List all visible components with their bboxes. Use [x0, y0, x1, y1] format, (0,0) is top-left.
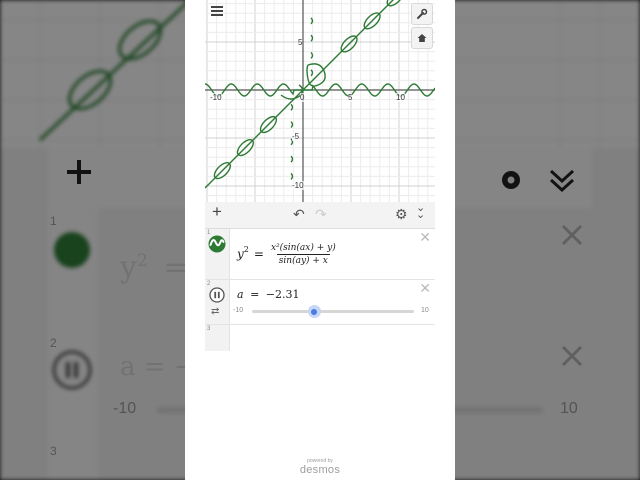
expression-row[interactable]: 1 y2 = x²(sin(ax) + y) sin(ay) + x ✕: [205, 229, 435, 280]
expression-toolbar: + ↶ ↷ ⚙ ⌄ ⌄: [205, 202, 435, 229]
curve-wiggle: [290, 121, 294, 129]
slider-track[interactable]: [252, 305, 414, 318]
curve-wiggle: [310, 17, 314, 25]
x-tick-label: 5: [348, 93, 353, 102]
equation-lhs-exponent: 2: [243, 244, 249, 254]
slider-thumb[interactable]: [307, 305, 321, 318]
y-tick-label: -5: [292, 132, 300, 141]
desmos-branding: powered by desmos: [185, 458, 455, 476]
y-tick-label: 5: [298, 38, 303, 47]
menu-icon[interactable]: [211, 6, 223, 16]
home-icon[interactable]: [411, 27, 433, 49]
curve-wiggle: [290, 155, 294, 163]
curve-wiggle: [290, 103, 294, 111]
equation-denominator: sin(ay) + x: [276, 253, 330, 266]
wrench-icon[interactable]: [411, 3, 433, 25]
collapse-list-icon[interactable]: ⌄ ⌄: [416, 203, 425, 221]
curve-wiggle: [310, 69, 314, 77]
equation-numerator: x²(sin(ax) + y): [270, 242, 336, 253]
equation-lhs: y: [237, 247, 244, 261]
desmos-app: -10 0 5 10 5 -5 -10 + ↶ ↷ ⚙ ⌄ ⌄ 1 y2 = x²…: [185, 0, 455, 480]
loop-icon[interactable]: ⇄: [211, 306, 219, 317]
slider-equation[interactable]: a = −2.31: [237, 288, 300, 301]
expression-equation[interactable]: y2 = x²(sin(ax) + y) sin(ay) + x: [237, 237, 338, 271]
x-tick-label: 0: [300, 93, 305, 102]
expression-gutter: 1: [205, 229, 230, 279]
desmos-curve-icon[interactable]: [208, 235, 226, 253]
slider-variable: a: [237, 288, 244, 301]
redo-icon[interactable]: ↷: [315, 206, 327, 222]
curve-wiggle: [310, 34, 314, 42]
pause-icon[interactable]: [209, 287, 225, 303]
x-tick-label: 10: [396, 93, 405, 102]
slider-value: −2.31: [265, 288, 300, 301]
expression-index: 3: [207, 326, 211, 332]
expression-gutter: 2 ⇄: [205, 280, 230, 324]
delete-expression-icon[interactable]: ✕: [419, 230, 431, 244]
x-tick-label: -10: [210, 93, 222, 102]
curve-loop: [386, 0, 404, 7]
settings-gear-icon[interactable]: ⚙: [395, 206, 408, 222]
slider-equals: =: [250, 288, 260, 301]
slider-max-label: 10: [421, 307, 429, 314]
curve-wiggle: [310, 51, 314, 59]
delete-expression-icon[interactable]: ✕: [419, 281, 431, 295]
desmos-logo-text: desmos: [299, 464, 341, 476]
equation-fraction: x²(sin(ax) + y) sin(ay) + x: [269, 243, 338, 266]
slider-row[interactable]: 2 ⇄ a = −2.31 -10 10 ✕: [205, 280, 435, 325]
expression-gutter: 3: [205, 325, 230, 351]
slider-min-label: -10: [233, 307, 244, 314]
empty-expression-row[interactable]: 3: [205, 325, 435, 351]
graph-canvas[interactable]: -10 0 5 10 5 -5 -10: [205, 0, 435, 202]
add-expression-icon[interactable]: +: [212, 203, 222, 220]
y-tick-label: -10: [292, 181, 304, 190]
undo-icon[interactable]: ↶: [293, 206, 305, 222]
equation-equals: =: [253, 247, 264, 261]
